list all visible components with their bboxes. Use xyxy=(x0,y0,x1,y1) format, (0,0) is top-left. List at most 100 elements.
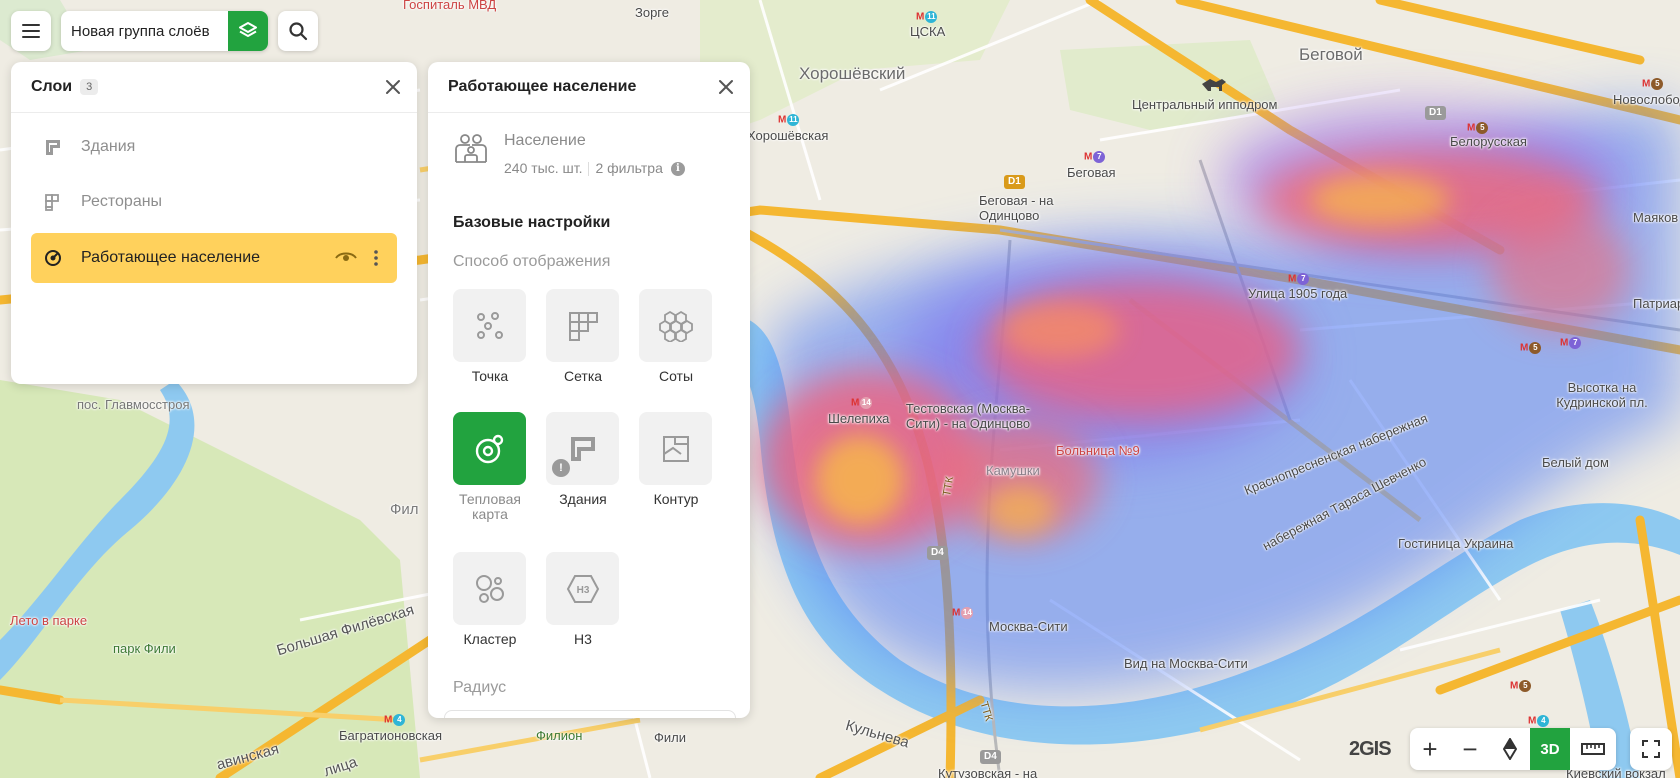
map-label-zorge: Зорге xyxy=(635,5,669,20)
metro-icon: M5 xyxy=(1510,680,1532,692)
building-layer-icon xyxy=(43,137,73,157)
layer-item-working-population[interactable]: Работающее население xyxy=(31,233,397,283)
mode-label: Точка xyxy=(471,368,509,384)
map-label-novoslobodskaya: Новослобод xyxy=(1613,92,1680,107)
map-label-cska: ЦСКА xyxy=(910,24,946,39)
layers-button[interactable] xyxy=(228,11,268,51)
metro-icon: M 14 xyxy=(851,397,873,409)
map-label-glavmosstroy: пос. Главмосстроя xyxy=(77,397,190,412)
map-label-leto-v-parke: Лето в парке xyxy=(10,613,88,628)
metro-icon: M7 xyxy=(1560,337,1582,349)
layers-panel: Слои 3 Здания Рестораны Работающее насел… xyxy=(11,62,417,384)
mode-cluster[interactable]: Кластер xyxy=(453,552,527,647)
metro-icon: M 11 xyxy=(916,11,938,23)
map-label-vid-na-moskva-siti: Вид на Москва-Сити xyxy=(1124,656,1248,671)
buildings-icon xyxy=(570,436,595,461)
heatmap-layer-icon xyxy=(43,248,73,268)
eye-icon xyxy=(335,252,357,261)
map-label-testovskaya: Тестовская (Москва-Сити) - на Одинцово xyxy=(905,401,1031,431)
map-label-mayakovskaya: Маяков xyxy=(1633,210,1679,225)
mode-label: Тепловая карта xyxy=(459,491,521,522)
layer-item-label: Здания xyxy=(81,138,136,155)
metro-icon: M5 xyxy=(1642,78,1664,90)
mode-point[interactable]: Точка xyxy=(453,289,527,384)
road-shield-d1: D1 xyxy=(1004,175,1025,189)
mode-label: Н3 xyxy=(574,631,592,647)
layer-item-label: Работающее население xyxy=(81,249,261,266)
data-source-row[interactable]: Население 240 тыс. шт. 2 фильтра i xyxy=(454,128,734,188)
more-options-button[interactable] xyxy=(361,243,391,273)
visibility-toggle[interactable] xyxy=(331,243,361,273)
close-icon[interactable] xyxy=(716,77,736,97)
2gis-logo: 2GIS xyxy=(1349,738,1392,760)
map-label-patriarshie: Патриар xyxy=(1633,296,1680,311)
map-label-fili: Фили xyxy=(654,730,686,745)
mode-h3[interactable]: Н3 Н3 xyxy=(546,552,620,647)
map-label-filion: Филион xyxy=(536,728,583,743)
more-vertical-icon xyxy=(374,250,378,266)
layer-item-buildings[interactable]: Здания xyxy=(31,122,397,172)
mode-contour[interactable]: Контур xyxy=(639,412,713,507)
radius-input[interactable] xyxy=(444,710,736,718)
mode-honeycomb[interactable]: Соты xyxy=(639,289,713,384)
map-label-begovoy: Беговой xyxy=(1299,45,1363,64)
map-label-khoroshevskaya: Хорошёвская xyxy=(747,128,829,143)
mode-heatmap[interactable]: Тепловая карта xyxy=(453,412,527,522)
honeycomb-icon xyxy=(658,310,693,342)
warning-icon: ! xyxy=(552,459,570,477)
layer-group-name[interactable]: Новая группа слоёв xyxy=(61,23,228,40)
mode-label: Соты xyxy=(658,368,694,384)
map-label-moskva-siti: Москва-Сити xyxy=(989,619,1068,634)
map-label-vysotka: Высотка на Кудринской пл. xyxy=(1556,380,1648,410)
map-label-gospital: Госпиталь МВД xyxy=(403,0,497,12)
road-shield-d1: D1 xyxy=(1425,106,1446,120)
layers-panel-title: Слои xyxy=(31,78,73,95)
info-icon[interactable]: i xyxy=(670,162,685,177)
cluster-icon xyxy=(475,574,504,603)
metro-icon: M 14 xyxy=(952,607,974,619)
menu-button[interactable] xyxy=(11,11,51,51)
map-label-fili-district: Фил xyxy=(390,501,419,518)
metro-icon: M4 xyxy=(384,714,406,726)
map-label-begovaya: Беговая xyxy=(1067,165,1116,180)
fullscreen-button[interactable] xyxy=(1630,728,1672,770)
layer-item-label: Рестораны xyxy=(81,193,163,210)
zoom-out-button[interactable]: − xyxy=(1450,728,1490,770)
map-controls: + − 3D xyxy=(1410,728,1616,770)
compass-icon xyxy=(1503,738,1517,760)
data-source-name: Население xyxy=(504,132,586,149)
layer-settings-title: Работающее население xyxy=(448,78,637,95)
ruler-button[interactable] xyxy=(1570,728,1616,770)
grid-icon xyxy=(568,311,598,341)
layer-settings-panel: Работающее население Население 240 тыс. … xyxy=(428,62,750,718)
map-label-belyi-dom: Белый дом xyxy=(1542,455,1609,470)
metro-icon: M4 xyxy=(1528,715,1550,727)
map-label-bagrationovskaya: Багратионовская xyxy=(339,728,443,743)
data-source-filters: 2 фильтра xyxy=(595,160,663,176)
ruler-icon xyxy=(1581,743,1605,755)
road-shield-d4: D4 xyxy=(927,546,948,560)
layers-icon xyxy=(239,22,257,37)
metro-icon: M5 xyxy=(1520,342,1542,354)
map-label-ippodrom: Центральный ипподром xyxy=(1132,97,1278,112)
h3-badge-text: Н3 xyxy=(576,585,589,596)
close-icon[interactable] xyxy=(383,77,403,97)
layer-item-restaurants[interactable]: Рестораны xyxy=(31,177,397,227)
mode-label: Сетка xyxy=(563,368,603,384)
base-settings-title: Базовые настройки xyxy=(453,214,611,231)
grid-layer-icon xyxy=(43,192,73,212)
mode-grid[interactable]: Сетка xyxy=(546,289,620,384)
metro-icon: M5 xyxy=(1467,122,1489,134)
compass-button[interactable] xyxy=(1490,728,1530,770)
search-button[interactable] xyxy=(278,11,318,51)
data-source-meta: 240 тыс. шт. 2 фильтра i xyxy=(504,160,685,177)
h3-icon: Н3 xyxy=(566,574,599,603)
3d-toggle-button[interactable]: 3D xyxy=(1530,728,1570,770)
mode-buildings[interactable]: ! Здания xyxy=(546,412,620,507)
metro-icon: M7 xyxy=(1084,151,1106,163)
contour-icon xyxy=(662,435,689,462)
layer-group-selector[interactable]: Новая группа слоёв xyxy=(61,11,268,51)
zoom-in-button[interactable]: + xyxy=(1410,728,1450,770)
mode-label: Кластер xyxy=(463,631,517,647)
display-mode-label: Способ отображения xyxy=(453,253,611,270)
